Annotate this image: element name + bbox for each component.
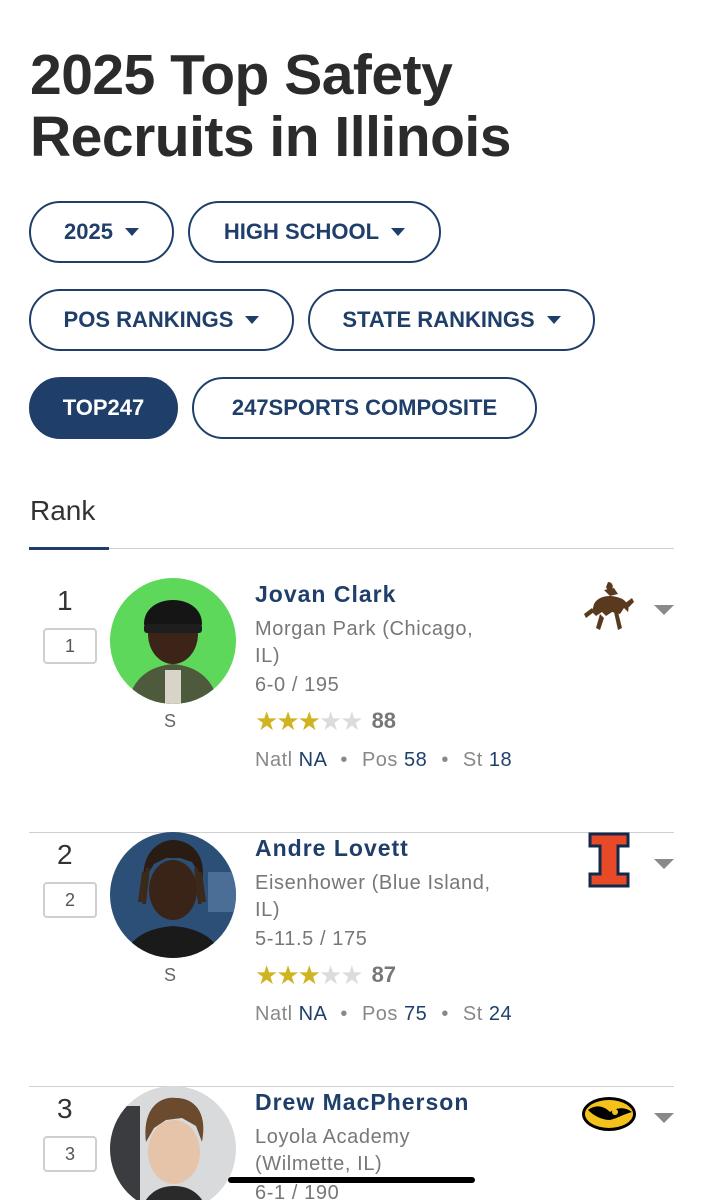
school-line: Eisenhower (Blue Island, xyxy=(255,872,491,894)
position-rank-box: 1 xyxy=(43,628,97,664)
star-filled-icon: ★ xyxy=(297,960,321,990)
tab-rank[interactable]: Rank xyxy=(30,495,95,527)
player-name-link[interactable]: Jovan Clark xyxy=(255,581,396,608)
school-line: (Wilmette, IL) xyxy=(255,1153,383,1175)
composite-toggle-button[interactable]: 247SPORTS COMPOSITE xyxy=(192,377,537,439)
star-rating: ★ ★ ★ ★ ★ 88 xyxy=(255,708,396,734)
natl-rank-link[interactable]: NA xyxy=(299,749,327,771)
pos-label: Pos xyxy=(361,749,398,771)
star-empty-icon: ★ xyxy=(318,706,342,736)
natl-label: Natl xyxy=(255,749,293,771)
position-rank-box: 2 xyxy=(43,882,97,918)
wyoming-logo-icon[interactable] xyxy=(580,578,638,636)
star-rating: ★ ★ ★ ★ ★ 87 xyxy=(255,962,396,988)
star-filled-icon: ★ xyxy=(276,960,299,990)
caret-down-icon xyxy=(546,316,561,324)
state-filter-button[interactable]: STATE RANKINGS xyxy=(308,289,595,351)
natl-label: Natl xyxy=(255,1003,293,1025)
expand-caret-icon[interactable] xyxy=(654,1113,674,1123)
level-filter-button[interactable]: HIGH SCHOOL xyxy=(188,201,441,263)
star-empty-icon: ★ xyxy=(340,706,363,736)
caret-down-icon xyxy=(124,228,139,236)
position-rank-box: 3 xyxy=(43,1136,97,1172)
top247-toggle-button[interactable]: TOP247 xyxy=(29,377,178,439)
star-filled-icon: ★ xyxy=(276,706,299,736)
overall-rank: 1 xyxy=(57,585,73,616)
state-rank-link[interactable]: 24 xyxy=(489,1003,512,1025)
rank-breakdown: Natl NA • Pos 58 • St 18 xyxy=(255,749,512,772)
position-label: S xyxy=(164,965,177,985)
separator-dot: • xyxy=(340,1003,348,1025)
star-filled-icon: ★ xyxy=(255,706,278,736)
separator-dot: • xyxy=(441,1003,449,1025)
star-empty-icon: ★ xyxy=(340,960,363,990)
year-filter-button[interactable]: 2025 xyxy=(29,201,174,263)
home-indicator[interactable] xyxy=(228,1177,475,1183)
illinois-logo-icon[interactable] xyxy=(580,832,638,890)
rating-score: 88 xyxy=(371,708,397,733)
player-avatar[interactable] xyxy=(110,1086,236,1200)
school-line: Morgan Park (Chicago, xyxy=(255,618,474,640)
height-weight: 6-0 / 195 xyxy=(255,674,340,696)
state-filter-label: STATE RANKINGS xyxy=(342,307,535,332)
year-filter-label: 2025 xyxy=(64,219,113,244)
position-label: S xyxy=(164,711,177,731)
separator-dot: • xyxy=(340,749,348,771)
tab-rank-underline xyxy=(29,547,109,550)
player-row[interactable]: 1 1 S Jovan Clark Morgan Park (Chicago, … xyxy=(0,578,703,833)
school-line: Loyola Academy xyxy=(255,1126,411,1148)
pos-label: Pos xyxy=(361,1003,398,1025)
st-label: St xyxy=(462,1003,483,1025)
caret-down-icon xyxy=(391,228,406,236)
player-name-link[interactable]: Drew MacPherson xyxy=(255,1089,469,1116)
player-avatar[interactable] xyxy=(110,832,236,958)
star-empty-icon: ★ xyxy=(318,960,342,990)
expand-caret-icon[interactable] xyxy=(654,859,674,869)
pos-rank-link[interactable]: 58 xyxy=(404,749,427,771)
pos-rank-link[interactable]: 75 xyxy=(404,1003,427,1025)
tab-divider xyxy=(29,548,674,549)
player-school: Loyola Academy (Wilmette, IL) xyxy=(255,1124,535,1178)
school-line: IL) xyxy=(255,645,281,667)
ranking-type-filter-label: POS RANKINGS xyxy=(63,307,234,332)
player-school: Morgan Park (Chicago, IL) xyxy=(255,616,535,670)
caret-down-icon xyxy=(245,316,260,324)
page-title: 2025 Top Safety Recruits in Illinois xyxy=(30,43,511,169)
top247-toggle-label: TOP247 xyxy=(62,395,145,420)
natl-rank-link[interactable]: NA xyxy=(299,1003,327,1025)
composite-toggle-label: 247SPORTS COMPOSITE xyxy=(231,395,498,420)
school-line: IL) xyxy=(255,899,281,921)
player-name-link[interactable]: Andre Lovett xyxy=(255,835,409,862)
overall-rank: 3 xyxy=(57,1093,73,1124)
player-avatar[interactable] xyxy=(110,578,236,704)
overall-rank: 2 xyxy=(57,839,73,870)
height-weight: 5-11.5 / 175 xyxy=(255,928,368,950)
st-label: St xyxy=(462,749,483,771)
player-school: Eisenhower (Blue Island, IL) xyxy=(255,870,535,924)
star-filled-icon: ★ xyxy=(255,960,278,990)
rating-score: 87 xyxy=(371,962,397,987)
expand-caret-icon[interactable] xyxy=(654,605,674,615)
state-rank-link[interactable]: 18 xyxy=(489,749,512,771)
separator-dot: • xyxy=(441,749,449,771)
rank-breakdown: Natl NA • Pos 75 • St 24 xyxy=(255,1003,512,1026)
iowa-hawkeye-logo-icon[interactable] xyxy=(580,1086,638,1144)
star-filled-icon: ★ xyxy=(297,706,321,736)
level-filter-label: HIGH SCHOOL xyxy=(223,219,380,244)
ranking-type-filter-button[interactable]: POS RANKINGS xyxy=(29,289,294,351)
height-weight: 6-1 / 190 xyxy=(255,1182,340,1200)
player-row[interactable]: 2 2 S Andre Lovett Eisenhower (Blue Isla… xyxy=(0,832,703,1087)
